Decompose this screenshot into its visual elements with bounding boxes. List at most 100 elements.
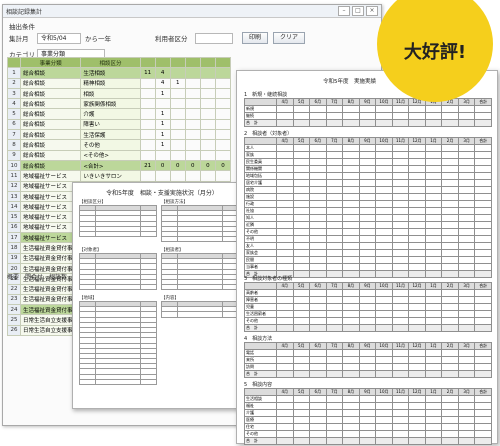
cell-category[interactable]: 総合相談 bbox=[20, 77, 82, 89]
cell-value[interactable] bbox=[214, 67, 232, 79]
cell-value[interactable] bbox=[184, 67, 201, 79]
cell-value[interactable] bbox=[169, 129, 186, 141]
cell-subcategory[interactable]: 障害い bbox=[80, 118, 141, 131]
grid-header-b[interactable]: 相談区分 bbox=[80, 56, 141, 69]
row-number[interactable]: 16 bbox=[6, 221, 22, 234]
cell-value[interactable] bbox=[214, 108, 232, 120]
row-number[interactable]: 10 bbox=[6, 159, 22, 172]
cell-subcategory[interactable]: 介護 bbox=[80, 108, 141, 120]
cell-value[interactable] bbox=[169, 98, 186, 110]
cell-value[interactable] bbox=[169, 108, 186, 120]
cell-value[interactable]: 4 bbox=[154, 67, 171, 79]
cell-value[interactable]: 0 bbox=[214, 159, 232, 172]
cell-value[interactable] bbox=[139, 98, 156, 110]
cell-value[interactable] bbox=[214, 98, 232, 110]
cell-value[interactable] bbox=[199, 129, 216, 141]
cell-subcategory[interactable]: 生活保護 bbox=[80, 129, 141, 141]
cell-category[interactable]: 総合相談 bbox=[20, 118, 82, 131]
print-button[interactable]: 印刷 bbox=[242, 32, 269, 44]
cell-value[interactable] bbox=[154, 149, 171, 161]
grid-header[interactable] bbox=[169, 56, 186, 69]
table-row[interactable]: 3 総合相談 相談 1 bbox=[6, 87, 232, 100]
table-row[interactable]: 5 総合相談 介護 1 bbox=[6, 108, 232, 120]
cell-subcategory[interactable]: いきいきサロン bbox=[80, 170, 141, 182]
cell-value[interactable] bbox=[139, 108, 156, 120]
grid-header[interactable] bbox=[139, 56, 156, 69]
row-number[interactable]: 25 bbox=[6, 314, 22, 326]
cell-value[interactable] bbox=[214, 129, 232, 141]
table-row[interactable]: 9 総合相談 <その他> bbox=[6, 149, 232, 161]
cell-value[interactable] bbox=[139, 149, 156, 161]
cell-value[interactable] bbox=[184, 129, 201, 141]
cell-value[interactable]: 0 bbox=[154, 159, 171, 172]
cell-value[interactable] bbox=[199, 139, 216, 151]
table-row[interactable]: 6 総合相談 障害い 1 bbox=[6, 118, 232, 131]
row-number[interactable]: 1 bbox=[6, 67, 22, 79]
cell-category[interactable]: 総合相談 bbox=[20, 108, 82, 120]
cell-value[interactable]: 0 bbox=[169, 159, 186, 172]
cell-value[interactable]: 11 bbox=[139, 67, 156, 79]
cell-value[interactable] bbox=[199, 87, 216, 100]
cell-value[interactable] bbox=[169, 149, 186, 161]
cell-value[interactable] bbox=[214, 149, 232, 161]
division-field[interactable] bbox=[195, 32, 233, 44]
cell-subcategory[interactable]: 精神相談 bbox=[80, 77, 141, 89]
grid-header[interactable] bbox=[199, 56, 216, 69]
cell-subcategory[interactable]: 家族関係相談 bbox=[80, 98, 141, 110]
cell-value[interactable] bbox=[199, 108, 216, 120]
cell-value[interactable] bbox=[199, 67, 216, 79]
row-number[interactable]: 8 bbox=[6, 139, 22, 151]
row-number[interactable]: 2 bbox=[6, 77, 22, 89]
cell-value[interactable] bbox=[139, 170, 156, 182]
cell-category[interactable]: 総合相談 bbox=[20, 98, 82, 110]
cell-value[interactable] bbox=[184, 98, 201, 110]
row-number[interactable]: 7 bbox=[6, 129, 22, 141]
table-row[interactable]: 10 総合相談 <合計> 21 0 0 0 0 0 bbox=[6, 159, 232, 172]
cell-value[interactable] bbox=[184, 87, 201, 100]
cell-value[interactable]: 4 bbox=[154, 77, 171, 89]
cell-value[interactable] bbox=[214, 170, 232, 182]
row-number[interactable]: 17 bbox=[6, 232, 22, 244]
cell-value[interactable] bbox=[169, 87, 186, 100]
cell-value[interactable] bbox=[184, 118, 201, 131]
cell-value[interactable] bbox=[139, 139, 156, 151]
cell-value[interactable]: 1 bbox=[169, 77, 186, 89]
row-number[interactable]: 24 bbox=[6, 304, 22, 316]
table-row[interactable]: 1 総合相談 生活相談 11 4 bbox=[6, 67, 232, 79]
date-from-field[interactable]: 令和5/04 bbox=[37, 32, 81, 44]
row-number[interactable]: 3 bbox=[6, 87, 22, 100]
cell-value[interactable] bbox=[154, 170, 171, 182]
cell-value[interactable] bbox=[214, 118, 232, 131]
row-number[interactable]: 5 bbox=[6, 108, 22, 120]
cell-subcategory[interactable]: <その他> bbox=[80, 149, 141, 161]
cell-value[interactable]: 0 bbox=[199, 159, 216, 172]
cell-value[interactable] bbox=[199, 149, 216, 161]
cell-value[interactable] bbox=[139, 118, 156, 131]
cell-category[interactable]: 総合相談 bbox=[20, 149, 82, 161]
clear-button[interactable]: クリア bbox=[273, 32, 306, 44]
cell-value[interactable] bbox=[199, 98, 216, 110]
table-row[interactable]: 2 総合相談 精神相談 4 1 bbox=[6, 77, 232, 89]
row-number[interactable]: 12 bbox=[6, 180, 22, 192]
cell-value[interactable] bbox=[169, 139, 186, 151]
table-row[interactable]: 11 地域福祉サービス いきいきサロン bbox=[6, 170, 232, 182]
cell-value[interactable] bbox=[139, 129, 156, 141]
row-number[interactable]: 15 bbox=[6, 211, 22, 223]
cell-subcategory[interactable]: 生活相談 bbox=[80, 67, 141, 79]
row-number[interactable]: 4 bbox=[6, 98, 22, 110]
close-icon[interactable]: × bbox=[366, 6, 378, 16]
cell-value[interactable] bbox=[154, 98, 171, 110]
row-number[interactable]: 13 bbox=[6, 190, 22, 203]
cell-value[interactable]: 1 bbox=[154, 129, 171, 141]
row-number[interactable]: 23 bbox=[6, 293, 22, 306]
cell-value[interactable]: 0 bbox=[184, 159, 201, 172]
row-number[interactable]: 18 bbox=[6, 242, 22, 254]
cell-category[interactable]: 地域福祉サービス bbox=[20, 170, 82, 182]
row-number[interactable]: 6 bbox=[6, 118, 22, 131]
cell-subcategory[interactable]: 相談 bbox=[80, 87, 141, 100]
minimize-icon[interactable]: – bbox=[338, 6, 350, 16]
grid-header-a[interactable]: 事業分類 bbox=[20, 56, 82, 69]
cell-value[interactable] bbox=[184, 77, 201, 89]
cell-value[interactable] bbox=[214, 87, 232, 100]
maximize-icon[interactable]: □ bbox=[352, 6, 364, 16]
